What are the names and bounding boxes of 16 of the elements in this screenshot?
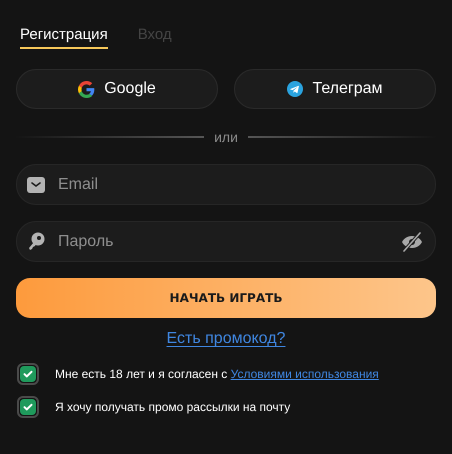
terms-link[interactable]: Условиями использования <box>230 367 379 381</box>
eye-slash-icon[interactable] <box>401 232 423 252</box>
password-field[interactable]: Пароль <box>16 221 436 262</box>
google-icon <box>78 80 96 98</box>
telegram-icon <box>287 81 304 97</box>
checkbox-label: Я хочу получать промо рассылки на почту <box>55 400 290 414</box>
telegram-button[interactable]: Телеграм <box>234 69 436 109</box>
checkbox-label: Мне есть 18 лет и я согласен с Условиями использования <box>55 367 379 381</box>
promo-link[interactable]: Есть промокод? <box>166 330 286 347</box>
tab[interactable]: Регистрация <box>20 26 108 49</box>
checkbox[interactable] <box>17 396 39 418</box>
checkbox[interactable] <box>17 363 39 385</box>
email-field[interactable]: Email <box>16 164 436 205</box>
divider-label: или <box>214 129 238 145</box>
google-button[interactable]: Google <box>16 69 218 109</box>
start-button[interactable]: НАЧАТЬ ИГРАТЬ <box>16 278 436 318</box>
